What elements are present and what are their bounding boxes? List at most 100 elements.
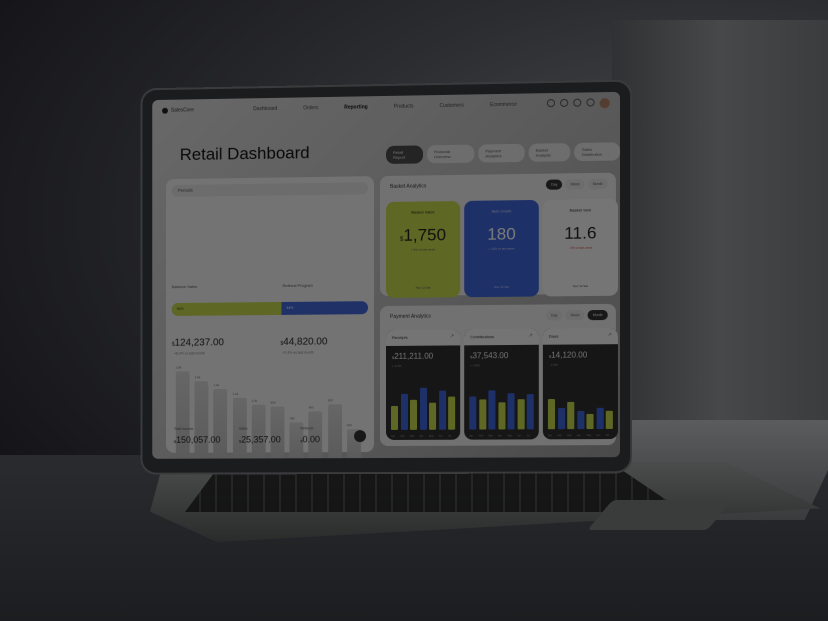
- payment-axis-label: Apr: [420, 435, 424, 438]
- nav-item-customers[interactable]: Customers: [440, 103, 464, 109]
- mail-icon[interactable]: [573, 99, 581, 107]
- nav-item-ecommerce[interactable]: Ecommerce: [490, 102, 517, 108]
- contributions-value: $37,543.00: [470, 351, 508, 360]
- avatar[interactable]: [600, 98, 610, 108]
- item-count-card[interactable]: Item Count 180 + 12% vs last week Nov 12…: [464, 200, 539, 297]
- payment-bar[interactable]: [401, 394, 408, 430]
- payment-axis-label: Jan: [469, 435, 473, 438]
- payment-bar[interactable]: [567, 402, 574, 429]
- basket-value-card[interactable]: Basket Value $1,750 + 8% vs last week No…: [386, 201, 460, 298]
- basket-value-number: $1,750: [386, 225, 460, 246]
- referral-note: +2.4% vs last month: [282, 351, 313, 355]
- payment-bar[interactable]: [517, 399, 524, 429]
- arrow-up-right-icon[interactable]: ↗: [450, 333, 454, 339]
- payment-bar[interactable]: [508, 393, 515, 429]
- balance-share: 56%: [172, 302, 281, 316]
- payment-bar[interactable]: [606, 411, 613, 429]
- total-income-label: Total Income: [174, 427, 194, 431]
- dues-card[interactable]: Dues ↗ $14,120.00 - 2.1% Jan Feb Mar Apr May…: [543, 328, 618, 439]
- sales-label: Sales: [239, 427, 248, 431]
- nav-item-dashboard[interactable]: Dashboard: [253, 106, 277, 112]
- period-week[interactable]: Week: [566, 179, 585, 189]
- payment-bar[interactable]: [439, 391, 446, 430]
- nav-item-products[interactable]: Products: [394, 103, 414, 109]
- period-month[interactable]: Month: [588, 310, 608, 320]
- tab-retail-report[interactable]: Retail Report: [386, 145, 423, 164]
- tab-basket-analysis[interactable]: Basket Analysis: [529, 143, 571, 162]
- payment-axis-label: Mar: [410, 435, 414, 438]
- payment-axis-label: Jan: [391, 435, 395, 438]
- month-bar[interactable]: [214, 389, 228, 459]
- tab-payment-analytics[interactable]: Payment Analytics: [478, 144, 524, 163]
- payment-axis-label: Jan: [548, 434, 552, 437]
- basket-analytics-card: Basket Analytics Day Week Month Basket V…: [380, 173, 616, 296]
- payment-analytics-title: Payment Analytics: [390, 314, 431, 320]
- dues-note: - 2.1%: [549, 363, 558, 367]
- nav-item-orders[interactable]: Orders: [303, 105, 318, 111]
- month-bar-label: 780: [290, 417, 295, 421]
- sales-overview-card: Periods Balance Sales Referral Program 5…: [166, 176, 374, 453]
- basket-size-date: Nov 12 Sat: [543, 284, 618, 289]
- payment-axis-label: Apr: [577, 434, 581, 437]
- laptop-trackpad: [587, 500, 732, 530]
- receipts-card[interactable]: Receipts ↗ $211,211.00 + 4.2% Jan Feb Mar A…: [386, 329, 460, 440]
- refunds-label: Refunds: [300, 426, 313, 430]
- settings-icon[interactable]: [586, 98, 594, 106]
- report-tabs: Retail Report Financial Overview Payment…: [386, 142, 620, 164]
- payment-bar[interactable]: [429, 403, 436, 430]
- period-month[interactable]: Month: [588, 179, 608, 189]
- refunds-value: $0.00: [300, 434, 320, 444]
- more-button[interactable]: [354, 430, 366, 442]
- payment-bar[interactable]: [596, 408, 603, 429]
- bell-icon[interactable]: [560, 99, 568, 107]
- month-bar[interactable]: [195, 381, 209, 459]
- payment-bar[interactable]: [586, 414, 593, 429]
- month-bar[interactable]: [328, 404, 342, 458]
- payment-bar[interactable]: [420, 388, 427, 430]
- item-count-number: 180: [464, 224, 539, 245]
- brand-logo[interactable]: SalesCore: [162, 107, 194, 113]
- period-week[interactable]: Week: [566, 310, 585, 320]
- payment-bar[interactable]: [391, 406, 398, 430]
- period-day[interactable]: Day: [546, 179, 562, 189]
- month-bar[interactable]: [252, 405, 266, 459]
- month-bar-label: 620: [347, 424, 352, 428]
- laptop-lid: SalesCore Dashboard Orders Reporting Pro…: [142, 82, 630, 473]
- payment-axis-label: Jun: [596, 434, 600, 437]
- payment-bar[interactable]: [527, 394, 534, 429]
- basket-size-note: - 3% vs last week: [543, 245, 618, 250]
- basket-size-number: 11.6: [543, 223, 618, 244]
- search-icon[interactable]: [547, 99, 555, 107]
- payment-bar[interactable]: [448, 397, 455, 430]
- payment-bar[interactable]: [498, 402, 505, 429]
- tab-sales-distribution[interactable]: Sales Distribution: [575, 142, 620, 161]
- payment-axis-label: Mar: [567, 434, 571, 437]
- basket-size-card[interactable]: Basket Size 11.6 - 3% vs last week Nov 1…: [543, 199, 618, 297]
- balance-sales-note: +8.2% vs last month: [174, 351, 205, 355]
- contributions-card[interactable]: Contributions ↗ $37,543.00 + 1.8% Jan Feb…: [464, 329, 539, 440]
- top-navigation: SalesCore Dashboard Orders Reporting Pro…: [152, 92, 620, 122]
- arrow-up-right-icon[interactable]: ↗: [529, 333, 533, 339]
- month-bar-label: 1,8k: [176, 365, 182, 369]
- payment-bar[interactable]: [577, 411, 584, 429]
- tab-financial-overview[interactable]: Financial Overview: [427, 145, 474, 164]
- total-income-value: $150,057.00: [174, 435, 221, 445]
- payment-axis-label: May: [586, 434, 591, 437]
- nav-item-reporting[interactable]: Reporting: [344, 104, 368, 110]
- payment-bar[interactable]: [410, 400, 417, 430]
- payment-bar[interactable]: [548, 399, 555, 429]
- month-bar[interactable]: [271, 407, 285, 459]
- arrow-up-right-icon[interactable]: ↗: [608, 332, 612, 338]
- payment-bar[interactable]: [558, 408, 565, 429]
- payment-axis-label: Feb: [479, 435, 483, 438]
- period-dropdown[interactable]: Periods: [172, 182, 368, 197]
- period-day[interactable]: Day: [546, 310, 562, 320]
- receipts-value: $211,211.00: [392, 352, 433, 361]
- payment-bar[interactable]: [488, 390, 495, 429]
- top-icons: [547, 98, 610, 109]
- contributions-note: + 1.8%: [470, 363, 479, 367]
- payment-bar[interactable]: [469, 396, 476, 429]
- payment-bar[interactable]: [479, 399, 486, 429]
- month-bar[interactable]: [176, 371, 190, 458]
- basket-value-date: Nov 12 Sat: [386, 285, 460, 290]
